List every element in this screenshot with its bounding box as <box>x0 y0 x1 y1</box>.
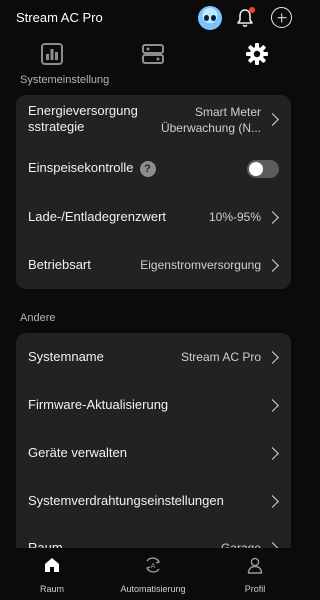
row-value: 10%-95% <box>208 210 261 224</box>
nav-label: Profil <box>244 584 266 594</box>
row-label: Systemverdrahtungseinstellungen <box>28 493 224 508</box>
row-manage-devices[interactable]: Geräte verwalten <box>16 429 291 477</box>
help-icon[interactable]: ? <box>139 160 156 177</box>
feed-in-toggle[interactable] <box>247 160 279 178</box>
row-feed-in-control: Einspeisekontrolle? <box>16 145 291 193</box>
row-operating-mode[interactable]: Betriebsart Eigenstromversorgung <box>16 241 291 289</box>
row-label: Lade-/Entladegrenzwert <box>28 209 167 224</box>
section-title-system-settings: Systemeinstellung <box>20 74 110 86</box>
row-label: Systemname <box>28 349 104 364</box>
home-icon <box>43 556 61 574</box>
avatar-eye-right <box>211 15 216 21</box>
chevron-right-icon <box>266 447 279 460</box>
app-title: Stream AC Pro <box>16 10 103 25</box>
svg-text:A: A <box>151 563 156 570</box>
row-charge-limit[interactable]: Lade-/Entladegrenzwert 10%-95% <box>16 193 291 241</box>
nav-label: Automatisierung <box>120 584 186 594</box>
row-label-line1: Energieversorgung <box>28 103 138 118</box>
row-system-wiring-settings[interactable]: Systemverdrahtungseinstellungen <box>16 477 291 525</box>
row-value: Stream AC Pro <box>180 350 261 364</box>
robot-avatar-icon[interactable] <box>198 6 222 30</box>
automation-icon: A <box>144 556 162 574</box>
row-label: Raum <box>28 540 63 548</box>
section-title-other: Andere <box>20 312 56 324</box>
row-value-line1: Smart Meter <box>194 105 261 119</box>
notification-bell-icon[interactable] <box>236 7 255 28</box>
row-system-name[interactable]: Systemname Stream AC Pro <box>16 333 291 381</box>
add-icon[interactable] <box>271 7 292 28</box>
chevron-right-icon <box>266 351 279 364</box>
row-value: Eigenstromversorgung <box>140 258 261 272</box>
row-room[interactable]: Raum Garage <box>16 525 291 548</box>
row-label: Betriebsart <box>28 257 91 272</box>
row-label: Firmware-Aktualisierung <box>28 397 169 412</box>
tab-settings-gear-icon[interactable] <box>245 42 269 66</box>
row-label-text: Einspeisekontrolle <box>28 160 134 175</box>
notification-dot <box>249 7 255 13</box>
profile-icon <box>246 556 264 574</box>
row-firmware-update[interactable]: Firmware-Aktualisierung <box>16 381 291 429</box>
chevron-right-icon <box>266 113 279 126</box>
row-energy-strategy[interactable]: Energieversorgung sstrategie Smart Meter… <box>16 95 291 145</box>
row-label: Geräte verwalten <box>28 445 127 460</box>
bottom-navigation: Raum A Automatisierung Profil <box>0 548 307 600</box>
chevron-right-icon <box>266 259 279 272</box>
top-tabs <box>0 40 307 68</box>
system-settings-card: Energieversorgung sstrategie Smart Meter… <box>16 95 291 289</box>
toggle-knob <box>249 162 263 176</box>
chevron-right-icon <box>266 495 279 508</box>
avatar-eye-left <box>204 15 209 21</box>
row-value: Smart Meter Überwachung (N... <box>161 104 261 136</box>
nav-label: Raum <box>39 584 64 594</box>
row-label-line2: sstrategie <box>28 119 85 134</box>
tab-statistics-icon[interactable] <box>40 42 64 66</box>
app-header: Stream AC Pro <box>0 0 307 36</box>
row-value-line2: Überwachung (N... <box>160 121 261 135</box>
chevron-right-icon <box>266 211 279 224</box>
other-settings-card: Systemname Stream AC Pro Firmware-Aktual… <box>16 333 291 548</box>
row-label: Einspeisekontrolle? <box>28 160 156 177</box>
row-value: Garage <box>220 541 261 548</box>
chevron-right-icon <box>266 399 279 412</box>
row-label: Energieversorgung sstrategie <box>28 103 138 135</box>
tab-devices-icon[interactable] <box>141 42 165 66</box>
